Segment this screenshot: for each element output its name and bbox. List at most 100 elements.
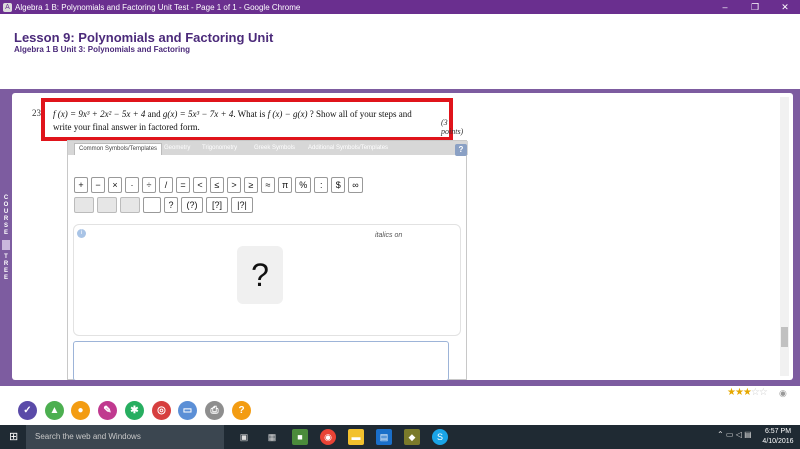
question-template-button[interactable]: ? — [164, 197, 178, 213]
course-tree-letter: C — [3, 194, 9, 201]
symbol-percent-button[interactable]: % — [295, 177, 312, 193]
symbol-less-equal-button[interactable]: ≤ — [210, 177, 224, 193]
symbol-pi-button[interactable]: π — [278, 177, 293, 193]
system-tray[interactable]: ⌃ ▭ ◁ ▤ — [717, 430, 752, 439]
checkmark-icon[interactable]: ✓ — [18, 401, 37, 420]
question-panel: 23. f (x) = 9x³ + 2x² − 5x + 4 and g(x) … — [12, 93, 793, 380]
minimize-button[interactable]: – — [710, 2, 740, 12]
symbol-row-2: ? (?) [?] |?| — [74, 197, 253, 213]
game-app-icon[interactable]: ◆ — [404, 429, 420, 445]
task-view-icon[interactable]: ▣ — [236, 429, 252, 445]
lesson-header: Lesson 9: Polynomials and Factoring Unit… — [0, 14, 800, 89]
tab-geometry[interactable]: Geometry — [160, 143, 194, 155]
course-tree-letter: E — [3, 274, 8, 281]
info-icon[interactable]: i — [77, 229, 86, 238]
symbol-colon-button[interactable]: : — [314, 177, 329, 193]
symbol-row-1: + − × · ÷ / = < ≤ > ≥ ≈ π % : $ ∞ — [74, 177, 363, 193]
clock-date: 4/10/2016 — [762, 438, 794, 445]
fraction-template-button[interactable] — [74, 197, 94, 213]
course-tree-letter: R — [3, 260, 9, 267]
course-tree-letter: U — [3, 208, 9, 215]
calculator-icon[interactable]: ▭ — [178, 401, 197, 420]
app-icon: A — [3, 2, 12, 12]
restore-button[interactable]: ❐ — [740, 2, 770, 13]
equation-editor: Common Symbols/Templates Geometry Trigon… — [67, 140, 468, 380]
page-scrollbar[interactable] — [780, 97, 789, 376]
subscript-template-button[interactable] — [120, 197, 140, 213]
rating-stars-on: ★★★ — [727, 387, 752, 398]
sqrt-template-button[interactable] — [143, 197, 161, 213]
close-button[interactable]: ✕ — [770, 2, 800, 13]
calculator-app-icon[interactable]: ▦ — [264, 429, 280, 445]
answer-text-input[interactable] — [73, 341, 449, 380]
chrome-icon[interactable]: ◉ — [320, 429, 336, 445]
minecraft-icon[interactable]: ■ — [292, 429, 308, 445]
window-title: Algebra 1 B: Polynomials and Factoring U… — [15, 2, 301, 12]
skype-icon[interactable]: S — [432, 429, 448, 445]
symbol-plus-button[interactable]: + — [74, 177, 88, 193]
symbol-slash-button[interactable]: / — [159, 177, 173, 193]
question-text: f (x) = 9x³ + 2x² − 5x + 4 and g(x) = 5x… — [53, 108, 423, 134]
answer-workspace[interactable]: i italics on ? — [73, 224, 461, 336]
prompt-part-1: . What is — [233, 109, 266, 119]
difference-expression: f (x) − g(x) — [267, 109, 308, 119]
content-frame: C O U R S E T R E E 23. f (x) = 9x³ + 2x… — [0, 89, 800, 386]
header-dots: · · — [262, 36, 270, 45]
symbol-tabs: Common Symbols/Templates Geometry Trigon… — [68, 141, 468, 155]
eye-icon[interactable]: ◉ — [779, 388, 787, 399]
parentheses-template-button[interactable]: (?) — [181, 197, 203, 213]
map-icon[interactable]: ▲ — [45, 401, 64, 420]
italics-status: italics on — [375, 232, 403, 239]
printer-icon[interactable]: ⎙ — [205, 401, 224, 420]
bottom-toolbar: ★★★☆☆ ◉ ✓ ▲ ● ✎ ✱ ◎ ▭ ⎙ ? — [0, 386, 800, 425]
store-icon[interactable]: ▤ — [376, 429, 392, 445]
brackets-template-button[interactable]: [?] — [206, 197, 228, 213]
symbol-dollar-button[interactable]: $ — [331, 177, 346, 193]
course-tree-toggle[interactable]: C O U R S E T R E E — [0, 89, 12, 386]
resources-icon[interactable]: ✱ — [125, 401, 144, 420]
tab-greek-symbols[interactable]: Greek Symbols — [250, 143, 299, 155]
taskbar-search[interactable]: Search the web and Windows — [26, 425, 224, 449]
g-definition: g(x) = 5x³ − 7x + 4 — [162, 109, 234, 119]
symbol-approx-button[interactable]: ≈ — [261, 177, 275, 193]
course-tree-letter: E — [3, 229, 8, 236]
exponent-template-button[interactable] — [97, 197, 117, 213]
symbol-times-button[interactable]: × — [108, 177, 122, 193]
tools-icon[interactable]: ✎ — [98, 401, 117, 420]
target-icon[interactable]: ◎ — [152, 401, 171, 420]
scrollbar-thumb[interactable] — [781, 327, 788, 347]
f-definition: f (x) = 9x³ + 2x² − 5x + 4 — [53, 109, 146, 119]
and-word: and — [147, 109, 161, 119]
points-label: (3 points) — [441, 118, 464, 136]
symbol-greater-than-button[interactable]: > — [227, 177, 241, 193]
taskbar-clock[interactable]: 6:57 PM 4/10/2016 — [760, 427, 796, 447]
windows-start-icon[interactable]: ⊞ — [9, 431, 21, 443]
browser-title-bar: A Algebra 1 B: Polynomials and Factoring… — [0, 0, 800, 14]
help-question-icon[interactable]: ? — [232, 401, 251, 420]
symbol-equals-button[interactable]: = — [176, 177, 190, 193]
file-explorer-icon[interactable]: ▬ — [348, 429, 364, 445]
symbol-divide-button[interactable]: ÷ — [142, 177, 156, 193]
rating-stars[interactable]: ★★★☆☆ — [727, 387, 768, 398]
course-tree-letter: T — [4, 253, 8, 260]
course-tree-letter: R — [3, 215, 9, 222]
course-tree-letter: S — [3, 222, 8, 229]
symbol-infinity-button[interactable]: ∞ — [348, 177, 363, 193]
symbol-dot-button[interactable]: · — [125, 177, 139, 193]
globe-icon[interactable]: ● — [71, 401, 90, 420]
course-tree-letter: O — [3, 201, 9, 208]
course-tree-letter: E — [3, 267, 8, 274]
symbol-less-than-button[interactable]: < — [193, 177, 207, 193]
help-icon[interactable]: ? — [455, 144, 467, 156]
lesson-title: Lesson 9: Polynomials and Factoring Unit — [14, 30, 274, 45]
course-tree-handle[interactable] — [2, 239, 10, 250]
tab-additional-symbols[interactable]: Additional Symbols/Templates — [304, 143, 392, 155]
absolute-value-template-button[interactable]: |?| — [231, 197, 253, 213]
unit-subtitle: Algebra 1 B Unit 3: Polynomials and Fact… — [14, 45, 191, 54]
symbol-greater-equal-button[interactable]: ≥ — [244, 177, 258, 193]
placeholder-box[interactable]: ? — [237, 246, 283, 304]
tab-trigonometry[interactable]: Trigonometry — [198, 143, 241, 155]
symbol-minus-button[interactable]: − — [91, 177, 105, 193]
windows-taskbar: ⊞ Search the web and Windows ▣ ▦ ■ ◉ ▬ ▤… — [0, 425, 800, 449]
tab-common-symbols[interactable]: Common Symbols/Templates — [74, 143, 163, 155]
